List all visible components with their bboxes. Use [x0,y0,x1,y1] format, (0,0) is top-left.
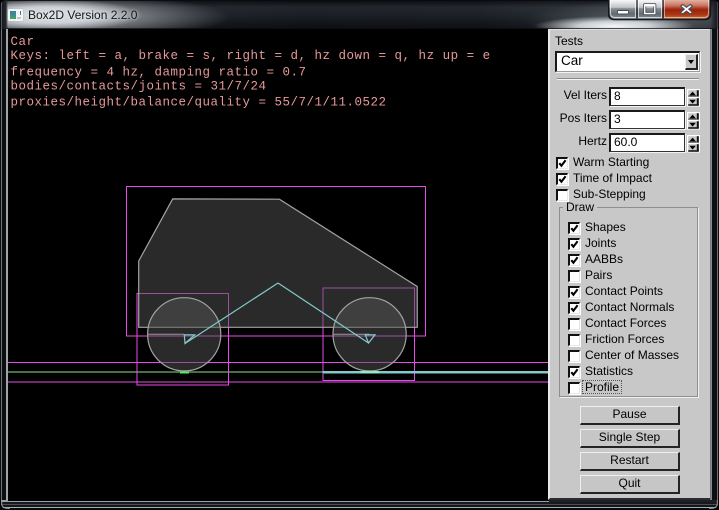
svg-text:bodies/contacts/joints = 31/7/: bodies/contacts/joints = 31/7/24 [11,79,267,93]
svg-text:Keys: left = a, brake = s, rig: Keys: left = a, brake = s, right = d, hz… [11,49,491,63]
svg-text:Car: Car [11,35,35,49]
svg-text:proxies/height/balance/quality: proxies/height/balance/quality = 55/7/1/… [11,95,387,109]
svg-text:frequency = 4 hz, damping rati: frequency = 4 hz, damping ratio = 0.7 [11,66,307,80]
